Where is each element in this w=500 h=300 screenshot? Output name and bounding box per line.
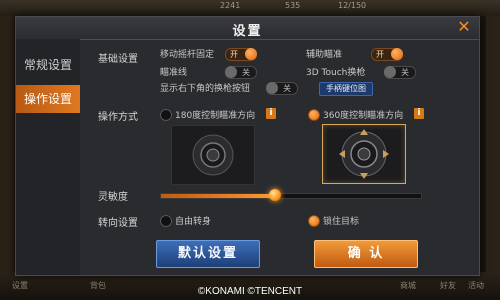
- setting-label-aim-assist: 辅助瞄准: [306, 50, 343, 60]
- confirm-button[interactable]: 确 认: [314, 240, 418, 268]
- joystick-360-icon: [339, 129, 389, 179]
- setting-label-weapon-switch-button: 显示右下角的换枪按钮: [160, 84, 251, 94]
- toggle-state-label: 开: [230, 50, 238, 59]
- tab-general-settings[interactable]: 常规设置: [16, 51, 80, 79]
- game-background-left: [0, 16, 14, 272]
- game-background-right: [486, 16, 500, 272]
- sensitivity-slider[interactable]: [160, 189, 422, 201]
- free-turn-radio[interactable]: [160, 215, 172, 227]
- control-180-radio[interactable]: [160, 109, 172, 121]
- game-background-top: 2241 535 12/150: [0, 0, 500, 16]
- aim-assist-toggle[interactable]: 开: [371, 48, 403, 61]
- toggle-knob: [225, 66, 237, 78]
- settings-dialog: 设置 ✕ 常规设置 操作设置 基础设置 移动摇杆固定 开 辅助瞄准 开 瞄准线 …: [15, 16, 480, 276]
- lock-target-radio[interactable]: [308, 215, 320, 227]
- toggle-state-label: 开: [376, 50, 384, 59]
- toggle-state-label: 关: [401, 68, 409, 77]
- info-icon[interactable]: i: [266, 108, 276, 119]
- dialog-header: 设置 ✕: [16, 17, 479, 40]
- close-icon[interactable]: ✕: [455, 18, 473, 36]
- toggle-state-label: 关: [242, 68, 250, 77]
- info-icon[interactable]: i: [414, 108, 424, 119]
- dialog-title: 设置: [232, 24, 263, 39]
- section-basic-settings: 基础设置: [98, 54, 138, 65]
- free-turn-label: 自由转身: [175, 217, 212, 227]
- stamina-count: 12/150: [338, 1, 367, 10]
- lock-target-label: 锁住目标: [323, 217, 360, 227]
- control-360-preview[interactable]: [322, 124, 406, 184]
- section-sensitivity: 灵敏度: [98, 192, 128, 203]
- gamepad-layout-button[interactable]: 手柄键位图: [319, 82, 373, 96]
- control-180-preview[interactable]: [171, 125, 255, 185]
- joystick-180-icon: [192, 134, 234, 176]
- control-360-label: 360度控制瞄准方向: [323, 111, 404, 121]
- section-turn-settings: 转向设置: [98, 218, 138, 229]
- setting-label-fixed-joystick: 移动摇杆固定: [160, 50, 215, 60]
- toggle-knob: [266, 82, 278, 94]
- fixed-joystick-toggle[interactable]: 开: [225, 48, 257, 61]
- copyright-text: ©KONAMI ©TENCENT: [197, 286, 303, 297]
- 3d-touch-toggle[interactable]: 关: [384, 66, 416, 79]
- toggle-state-label: 关: [283, 84, 291, 93]
- sensitivity-slider-handle[interactable]: [269, 189, 282, 201]
- sensitivity-fill: [161, 194, 276, 198]
- setting-label-aim-line: 瞄准线: [160, 68, 188, 78]
- settings-sidebar: 常规设置 操作设置: [16, 39, 80, 275]
- aim-line-toggle[interactable]: 关: [225, 66, 257, 79]
- weapon-switch-button-toggle[interactable]: 关: [266, 82, 298, 95]
- restore-defaults-button[interactable]: 默认设置: [156, 240, 260, 268]
- section-control-mode: 操作方式: [98, 112, 138, 123]
- coin-count: 2241: [220, 1, 241, 10]
- setting-label-3d-touch: 3D Touch换枪: [306, 68, 366, 78]
- control-180-label: 180度控制瞄准方向: [175, 111, 256, 121]
- toggle-knob: [391, 48, 403, 60]
- toggle-knob: [384, 66, 396, 78]
- gem-count: 535: [285, 1, 301, 10]
- tab-control-settings[interactable]: 操作设置: [16, 85, 80, 113]
- toggle-knob: [245, 48, 257, 60]
- control-360-radio[interactable]: [308, 109, 320, 121]
